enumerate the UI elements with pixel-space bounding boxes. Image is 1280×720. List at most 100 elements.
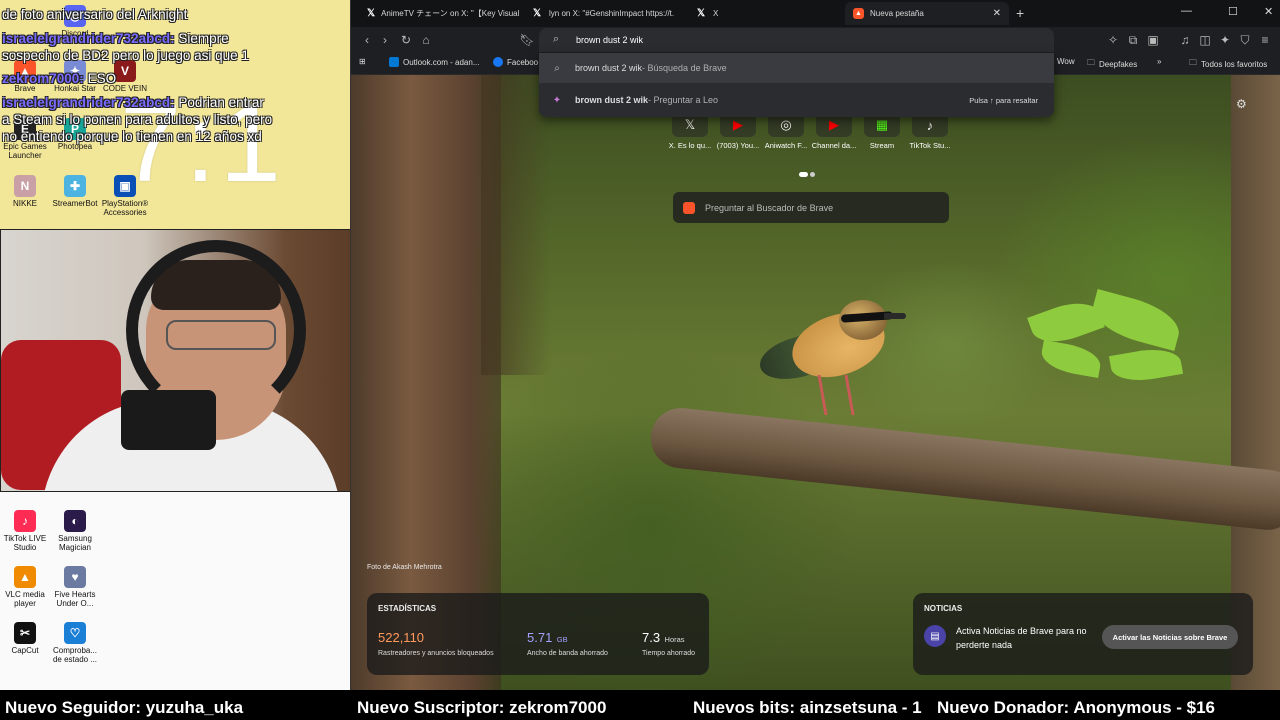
suggestion-brave-search[interactable]: ⌕ brown dust 2 wik - Búsqueda de Brave (539, 53, 1054, 83)
desktop: 7:1 ◉ Discord ▲ Brave ✦ Honkai Star V CODE VEIN… (0, 0, 350, 690)
bookmark-outlook[interactable]: Outlook.com - adan... (389, 57, 479, 67)
app-icon: N (14, 175, 36, 197)
app-icon: ◐ (64, 510, 86, 532)
desktop-icon[interactable]: ✂ CapCut (0, 622, 50, 655)
chat-line: a Steam si lo ponen para adultos y listo… (2, 112, 273, 127)
close-window-icon[interactable]: ✕ (1264, 5, 1273, 18)
brave-search-box[interactable]: Preguntar al Buscador de Brave (673, 192, 949, 223)
address-input[interactable] (576, 32, 976, 48)
photo-credit[interactable]: Foto de Akash Mehrotra (367, 564, 442, 571)
desktop-icon[interactable]: ♥ Five Hearts Under O... (50, 566, 100, 608)
omnibox-suggestions: ⌕ brown dust 2 wik - Búsqueda de Brave ✦… (539, 53, 1054, 117)
leo-icon: ✦ (552, 94, 562, 106)
desktop-icon-label: VLC media player (5, 590, 45, 608)
chat-line: israelelgrandrider732abcd: Podrian entra… (2, 95, 264, 110)
desktop-icon[interactable]: ▲ VLC media player (0, 566, 50, 608)
leo-icon[interactable]: ✦ (1217, 32, 1233, 48)
chat-line: no entiendo porque lo tienen en 12 años … (2, 129, 262, 144)
pagination-dots[interactable] (799, 164, 817, 182)
close-tab-icon[interactable]: ✕ (993, 8, 1001, 19)
desktop-icon-label: CapCut (11, 646, 39, 655)
address-bar[interactable]: ⌕ (539, 28, 1054, 52)
wallet-icon[interactable]: ▣ (1145, 32, 1161, 48)
extensions-icon[interactable]: ⧉ (1125, 32, 1141, 48)
microphone (121, 390, 216, 450)
app-icon: ▣ (114, 175, 136, 197)
forward-icon[interactable]: › (377, 32, 393, 48)
minimize-icon[interactable]: — (1181, 5, 1192, 17)
ticker-donation: Nuevo Donador: Anonymous - $16 (937, 698, 1216, 717)
stat-blocked: 522,110 Rastreadores y anuncios bloquead… (378, 630, 494, 657)
tab-animetv[interactable]: 𝕏 AnimeTV チェーン on X: "【Key Visual】 (359, 2, 519, 25)
bookmark-all-favorites[interactable]: 🗀︎ Todos los favoritos (1189, 57, 1267, 71)
app-icon: ♡ (64, 622, 86, 644)
app-icon: ▲ (14, 566, 36, 588)
search-icon: ⌕ (553, 33, 560, 45)
media-icon[interactable]: ♫ (1177, 32, 1193, 48)
ticker-follower: Nuevo Seguidor: yuzuha_uka (5, 698, 244, 717)
chat-line: zekrom7000: ESO (2, 71, 117, 86)
x-logo-icon: 𝕏 (532, 8, 542, 19)
vpn-icon[interactable]: ✧ (1105, 32, 1121, 48)
alerts-ticker: Nuevo Seguidor: yuzuha_uka Nuevo Suscrip… (0, 690, 1280, 720)
more-bookmarks-icon[interactable]: » (1157, 57, 1161, 66)
tab-lyn[interactable]: 𝕏 lyn on X: "#GenshinImpact https://t. (523, 2, 683, 25)
bookmark-wow[interactable]: Wow (1057, 57, 1075, 66)
stats-widget: ESTADÍSTICAS 522,110 Rastreadores y anun… (367, 593, 709, 675)
app-icon: ✚ (64, 175, 86, 197)
desktop-icon-label: Samsung Magician (58, 534, 92, 552)
chat-username: zekrom7000: (2, 71, 84, 86)
chat-line: sospecho de BD2 pero lo juego asi que 1 (2, 48, 249, 63)
ticker-bits: Nuevos bits: ainzsetsuna - 1 (693, 698, 922, 717)
tab-bar: 𝕏 AnimeTV チェーン on X: "【Key Visual】 𝕏 lyn… (351, 0, 1280, 27)
browser-window: 𝕏 AnimeTV チェーン on X: "【Key Visual】 𝕏 lyn… (350, 0, 1280, 690)
back-icon[interactable]: ‹ (359, 32, 375, 48)
news-widget: NOTICIAS ▤ Activa Noticias de Brave para… (913, 593, 1253, 675)
home-icon[interactable]: ⌂ (418, 32, 434, 48)
desktop-icon[interactable]: ♡ Comproba... de estado ... (50, 622, 100, 664)
desktop-icon-label: PlayStation® Accessories (101, 199, 149, 217)
stream-screen: 7:1 ◉ Discord ▲ Brave ✦ Honkai Star V CODE VEIN… (0, 0, 1280, 720)
chat-username: israelelgrandrider732abcd: (2, 31, 175, 46)
folder-icon: 🗀︎ (1087, 58, 1095, 67)
chat-line: de foto aniversario del Arknight (2, 7, 188, 22)
news-icon: ▤ (924, 625, 946, 647)
apps-icon[interactable]: ⊞ (359, 57, 366, 66)
desktop-icon[interactable]: ▣ PlayStation® Accessories (100, 175, 150, 217)
stat-bandwidth: 5.71 GB Ancho de banda ahorrado (527, 630, 608, 657)
search-icon: ⌕ (554, 62, 560, 74)
desktop-icon[interactable]: ♪ TikTok LIVE Studio (0, 510, 50, 552)
suggestion-ask-leo[interactable]: ✦ brown dust 2 wik - Preguntar a Leo Pul… (539, 85, 1054, 115)
enable-news-button[interactable]: Activar las Noticias sobre Brave (1102, 625, 1238, 649)
reload-icon[interactable]: ↻ (398, 32, 414, 48)
desktop-icon-label: NIKKE (12, 199, 37, 208)
desktop-icon[interactable]: ✚ StreamerBot (50, 175, 100, 208)
bookmark-facebook[interactable]: Faceboo (493, 57, 538, 67)
sidebar-icon[interactable]: ◫ (1197, 32, 1213, 48)
app-icon: ♪ (14, 510, 36, 532)
brave-logo-icon (683, 201, 695, 214)
x-logo-icon: 𝕏 (367, 8, 376, 19)
desktop-icon[interactable]: N NIKKE (0, 175, 50, 208)
app-icon: ✂ (14, 622, 36, 644)
new-tab-button[interactable]: + (1016, 5, 1024, 21)
quick-link-tiktok[interactable]: ♪ TikTok Stu... (902, 113, 958, 150)
desktop-icon-label: Five Hearts Under O... (54, 590, 96, 608)
shields-icon[interactable]: ⛉ (1237, 32, 1253, 48)
bookmark-icon[interactable]: 🔖︎ (519, 32, 535, 48)
brave-logo-icon: ▲ (853, 8, 864, 19)
settings-gear-icon[interactable]: ⚙ (1236, 97, 1247, 111)
bookmark-deepfakes[interactable]: 🗀︎ Deepfakes (1087, 57, 1137, 71)
tab-new-tab[interactable]: ▲ Nueva pestaña ✕ (845, 2, 1009, 25)
webcam-feed (0, 229, 350, 492)
new-tab-page: ⚙ 𝕏 X. Es lo qu... ▶ (7003) You... ◎ Aniwat… (351, 75, 1280, 690)
chat-username: israelelgrandrider732abcd: (2, 95, 175, 110)
chat-line: israelelgrandrider732abcd: Siempre (2, 31, 229, 46)
menu-icon[interactable]: ≡ (1257, 32, 1273, 48)
maximize-icon[interactable]: ☐ (1228, 5, 1238, 18)
desktop-icon-label: TikTok LIVE Studio (3, 534, 47, 552)
tab-x[interactable]: 𝕏 X (687, 2, 837, 25)
desktop-icon[interactable]: ◐ Samsung Magician (50, 510, 100, 552)
toolbar: ‹ › ↻ ⌂ 🔖︎ ⌕ ✧ ⧉ ▣ ♫ ◫ ✦ ⛉ ≡ (351, 27, 1280, 53)
x-logo-icon: 𝕏 (696, 8, 706, 19)
